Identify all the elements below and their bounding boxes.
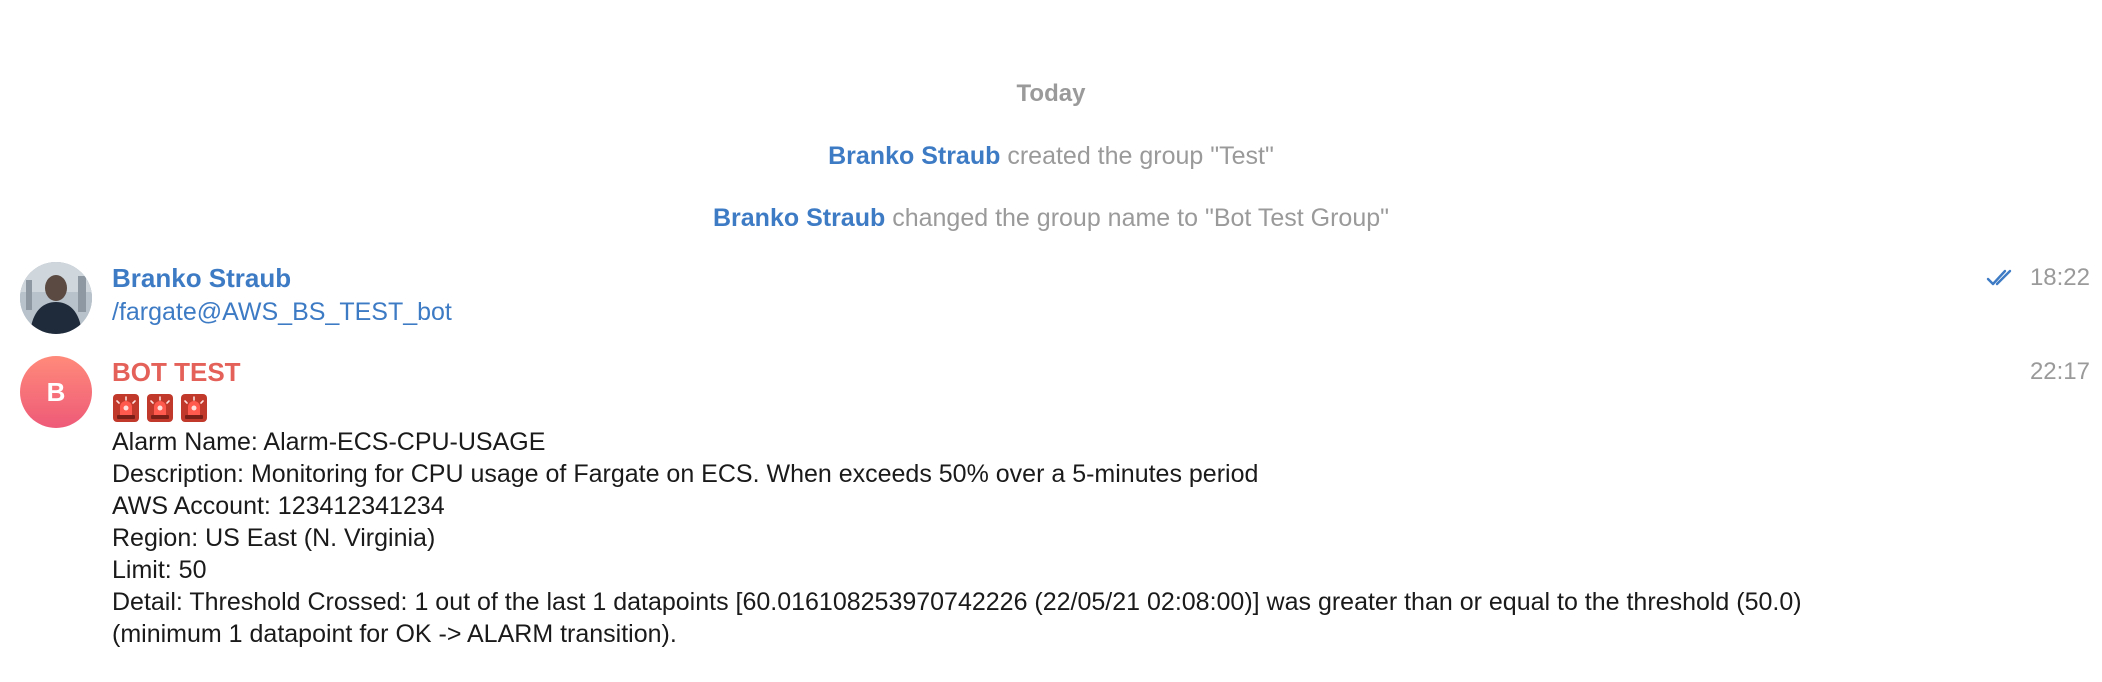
emoji-row xyxy=(112,390,1992,426)
message-text: Alarm Name: Alarm-ECS-CPU-USAGE Descript… xyxy=(112,426,1992,650)
message-time: 22:17 xyxy=(2029,358,2090,385)
service-text: changed the group name to "Bot Test Grou… xyxy=(892,204,1389,232)
message-line: Alarm Name: Alarm-ECS-CPU-USAGE xyxy=(112,428,546,456)
message-time: 18:22 xyxy=(2029,264,2090,291)
message-line: Detail: Threshold Crossed: 1 out of the … xyxy=(112,588,1802,616)
chat-history: Today Branko Straub created the group "T… xyxy=(0,0,2102,682)
double-check-icon xyxy=(1986,268,2016,288)
message-line: Region: US East (N. Virginia) xyxy=(112,524,436,552)
siren-icon xyxy=(180,393,208,423)
message-body: BOT TEST Alarm Name: Alarm-ECS-CPU-USAGE… xyxy=(112,356,1992,650)
bot-command-link[interactable]: /fargate@AWS_BS_TEST_bot xyxy=(112,298,452,326)
sender-name[interactable]: BOT TEST xyxy=(112,356,1992,390)
sender-name[interactable]: Branko Straub xyxy=(112,262,1992,296)
service-actor-link[interactable]: Branko Straub xyxy=(828,142,1000,170)
message-meta: 22:17 xyxy=(2030,356,2090,388)
date-separator: Today xyxy=(1016,80,1086,107)
avatar[interactable]: B xyxy=(20,356,92,428)
message-meta: 18:22 xyxy=(1986,262,2090,294)
service-message-renamed-group: Branko Straub changed the group name to … xyxy=(0,204,2102,233)
message-text: /fargate@AWS_BS_TEST_bot xyxy=(112,296,1992,328)
message-line: Description: Monitoring for CPU usage of… xyxy=(112,460,1259,488)
service-text: created the group "Test" xyxy=(1007,142,1274,170)
message-body: Branko Straub /fargate@AWS_BS_TEST_bot xyxy=(112,262,1992,328)
service-actor-link[interactable]: Branko Straub xyxy=(713,204,885,232)
message-line: Limit: 50 xyxy=(112,556,207,584)
message-line: (minimum 1 datapoint for OK -> ALARM tra… xyxy=(112,620,677,648)
siren-icon xyxy=(112,393,140,423)
service-message-created-group: Branko Straub created the group "Test" xyxy=(0,142,2102,171)
avatar[interactable] xyxy=(20,262,92,334)
message-line: AWS Account: 123412341234 xyxy=(112,492,445,520)
siren-icon xyxy=(146,393,174,423)
